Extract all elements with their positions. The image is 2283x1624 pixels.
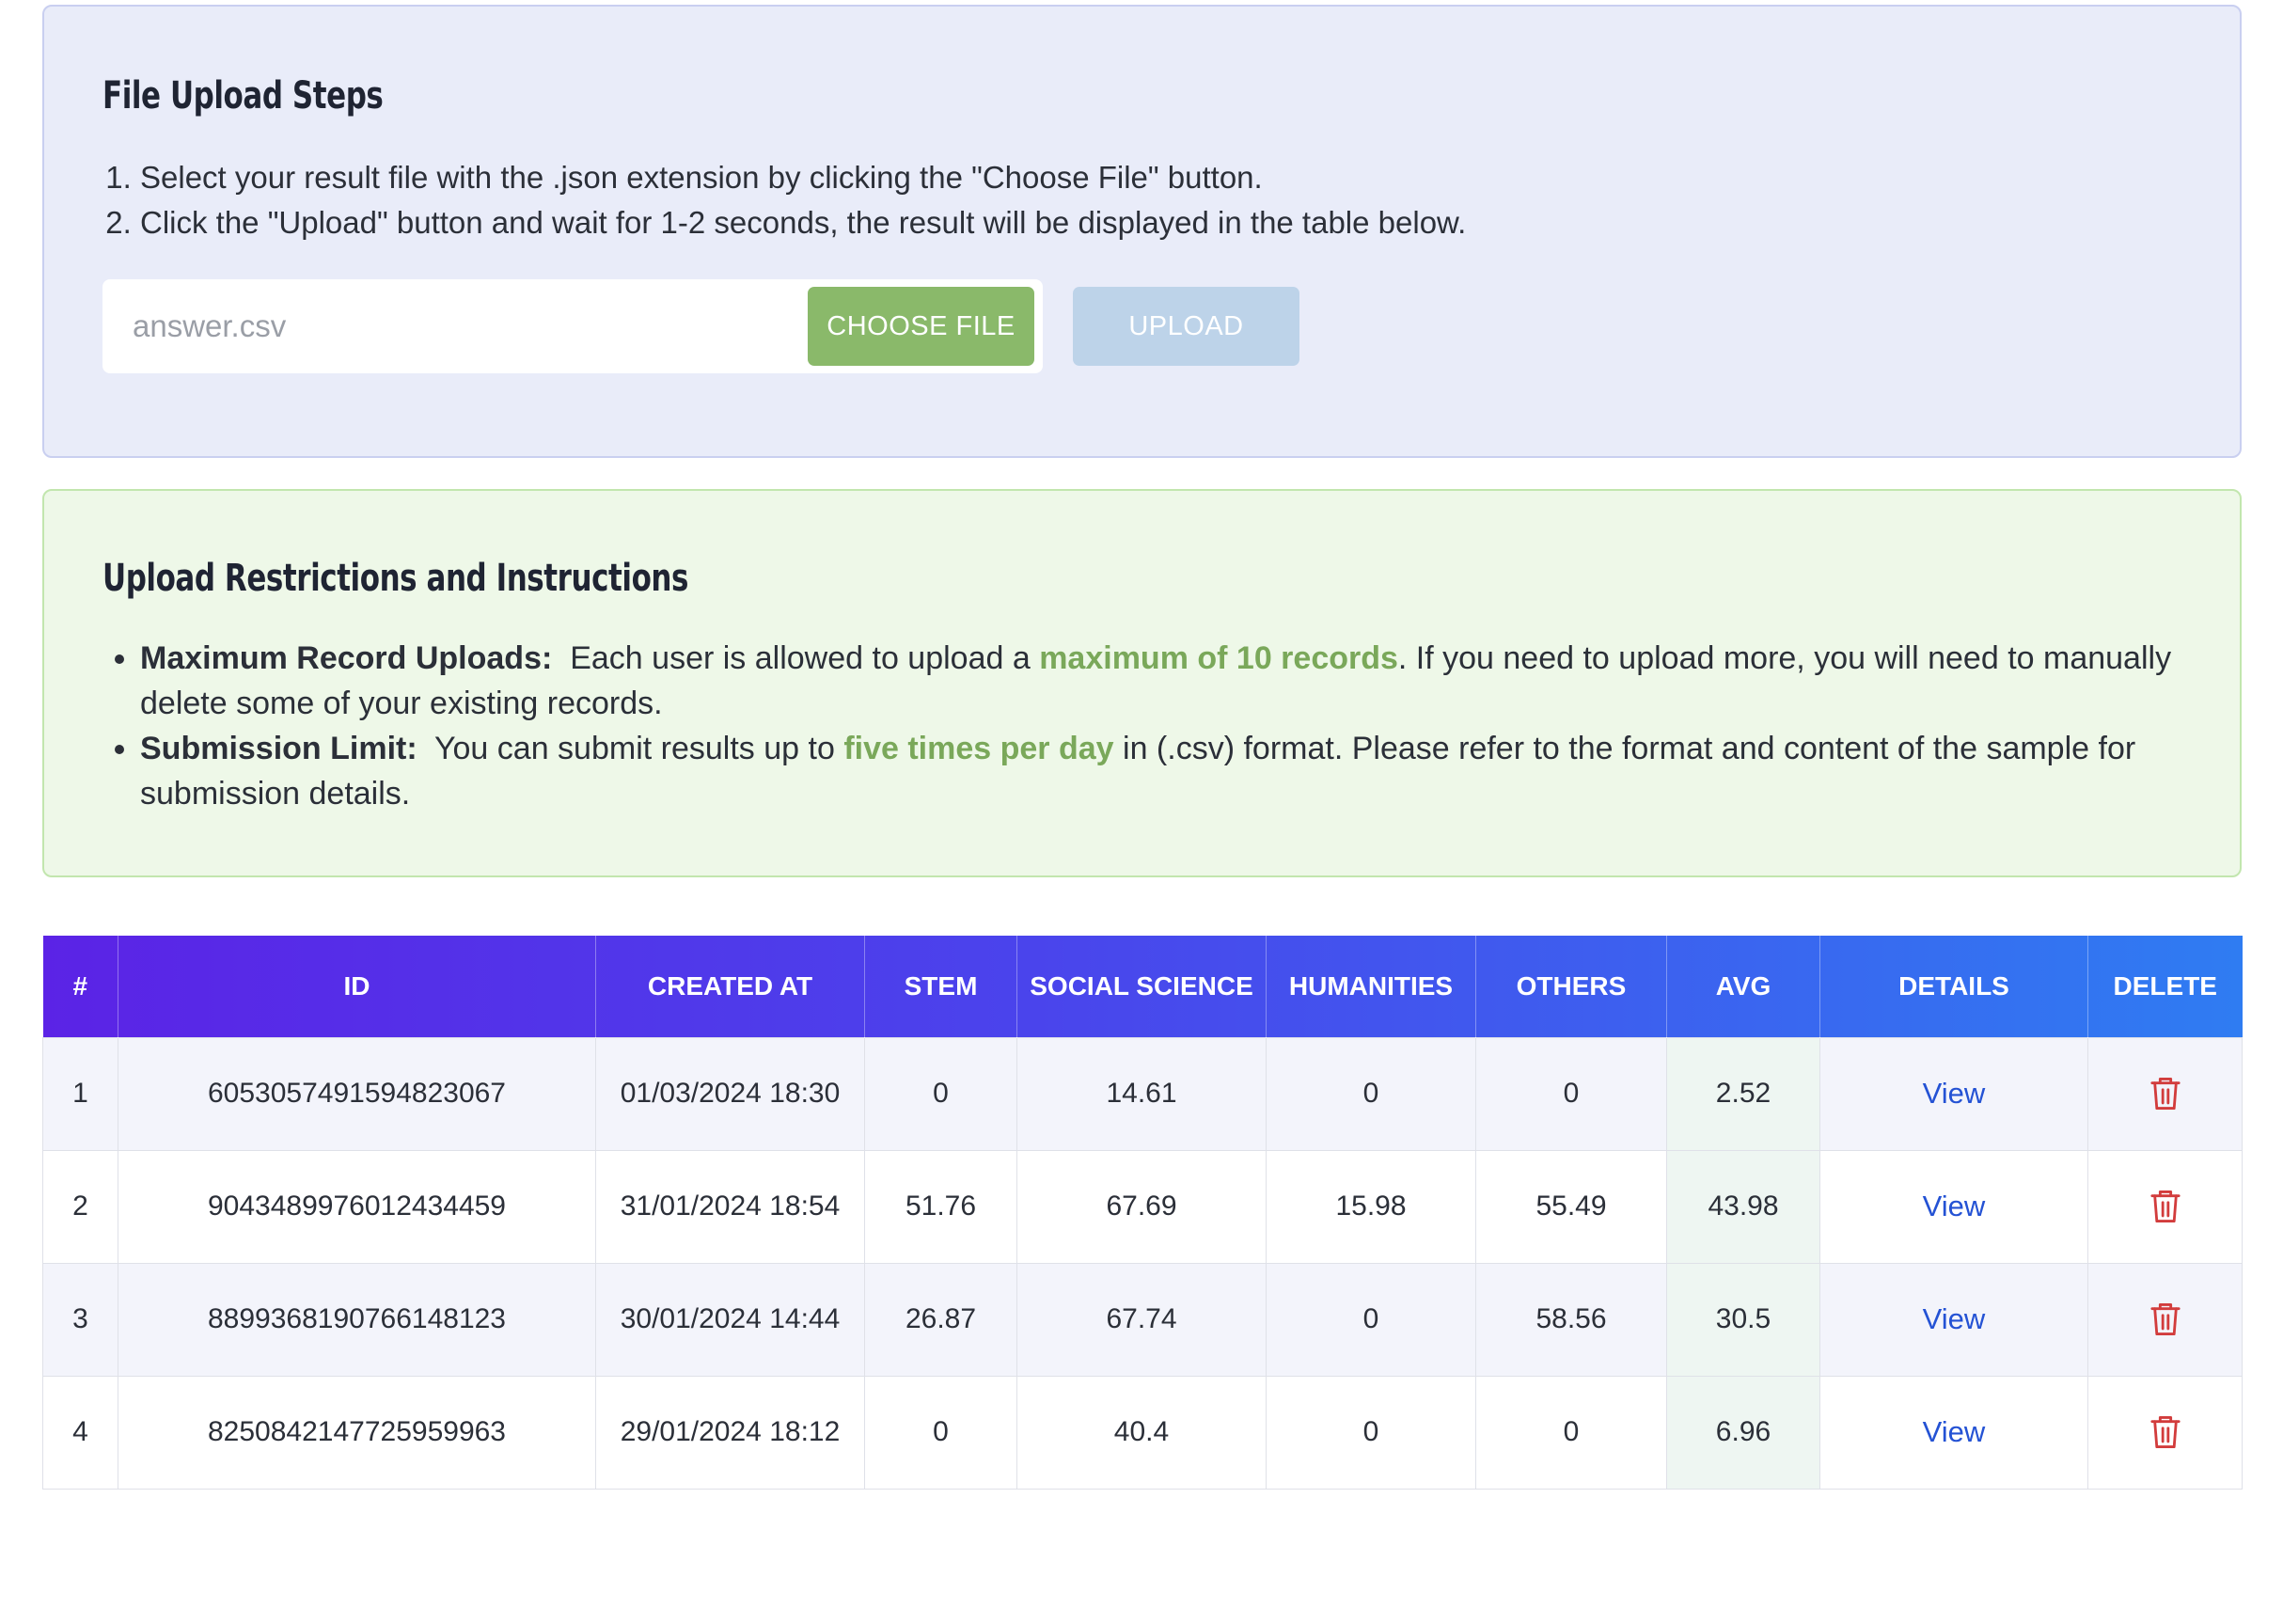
file-upload-steps-title: File Upload Steps (102, 74, 384, 118)
column-header-others: OTHERS (1475, 936, 1667, 1037)
row-created-at: 29/01/2024 18:12 (595, 1375, 865, 1490)
row-social-science: 67.69 (1016, 1149, 1267, 1264)
results-table-container: # ID CREATED AT STEM SOCIAL SCIENCE HUMA… (42, 936, 2243, 1490)
upload-restrictions-card: Upload Restrictions and Instructions Max… (42, 489, 2242, 877)
trash-icon[interactable] (2149, 1076, 2181, 1112)
row-social-science: 40.4 (1016, 1375, 1267, 1490)
row-stem: 0 (864, 1375, 1017, 1490)
row-number: 3 (42, 1262, 118, 1377)
row-id: 9043489976012434459 (118, 1149, 596, 1264)
row-humanities: 0 (1266, 1262, 1476, 1377)
results-table: # ID CREATED AT STEM SOCIAL SCIENCE HUMA… (42, 936, 2243, 1490)
rule-max-records-highlight: maximum of 10 records (1039, 640, 1398, 676)
restrictions-list: Maximum Record Uploads: Each user is all… (102, 636, 2181, 816)
table-row: 4 8250842147725959963 29/01/2024 18:12 0… (42, 1375, 2243, 1490)
row-number: 1 (42, 1036, 118, 1151)
column-header-stem: STEM (864, 936, 1017, 1037)
rule-submission-limit: Submission Limit: You can submit results… (140, 726, 2181, 816)
row-id: 8250842147725959963 (118, 1375, 596, 1490)
row-avg: 30.5 (1666, 1262, 1820, 1377)
table-row: 2 9043489976012434459 31/01/2024 18:54 5… (42, 1149, 2243, 1264)
row-created-at: 01/03/2024 18:30 (595, 1036, 865, 1151)
view-details-link[interactable]: View (1923, 1190, 1986, 1222)
row-number: 4 (42, 1375, 118, 1490)
row-details-cell: View (1819, 1036, 2088, 1151)
row-avg: 6.96 (1666, 1375, 1820, 1490)
upload-button[interactable]: UPLOAD (1073, 287, 1299, 366)
row-others: 0 (1475, 1036, 1667, 1151)
row-others: 0 (1475, 1375, 1667, 1490)
view-details-link[interactable]: View (1923, 1302, 1986, 1335)
trash-icon[interactable] (2149, 1189, 2181, 1224)
file-upload-steps-card: File Upload Steps Select your result fil… (42, 5, 2242, 458)
table-row: 1 6053057491594823067 01/03/2024 18:30 0… (42, 1036, 2243, 1151)
upload-restrictions-title: Upload Restrictions and Instructions (102, 557, 689, 600)
row-humanities: 0 (1266, 1036, 1476, 1151)
trash-icon[interactable] (2149, 1301, 2181, 1337)
row-social-science: 67.74 (1016, 1262, 1267, 1377)
row-others: 55.49 (1475, 1149, 1667, 1264)
upload-steps-list: Select your result file with the .json e… (102, 155, 2181, 245)
row-humanities: 0 (1266, 1375, 1476, 1490)
column-header-created-at: CREATED AT (595, 936, 865, 1037)
column-header-avg: AVG (1666, 936, 1820, 1037)
upload-step-2: Click the "Upload" button and wait for 1… (140, 200, 2181, 245)
row-delete-cell (2087, 1375, 2243, 1490)
row-avg: 2.52 (1666, 1036, 1820, 1151)
rule-max-records: Maximum Record Uploads: Each user is all… (140, 636, 2181, 726)
rule-submission-limit-highlight: five times per day (843, 731, 1114, 766)
row-humanities: 15.98 (1266, 1149, 1476, 1264)
row-stem: 51.76 (864, 1149, 1017, 1264)
file-input-row: answer.csv CHOOSE FILE UPLOAD (102, 279, 2181, 373)
row-delete-cell (2087, 1262, 2243, 1377)
row-created-at: 30/01/2024 14:44 (595, 1262, 865, 1377)
table-header-row: # ID CREATED AT STEM SOCIAL SCIENCE HUMA… (42, 936, 2243, 1037)
file-input[interactable]: answer.csv CHOOSE FILE (102, 279, 1043, 373)
row-details-cell: View (1819, 1149, 2088, 1264)
column-header-id: ID (118, 936, 596, 1037)
column-header-number: # (42, 936, 118, 1037)
column-header-social-science: SOCIAL SCIENCE (1016, 936, 1267, 1037)
table-row: 3 8899368190766148123 30/01/2024 14:44 2… (42, 1262, 2243, 1377)
row-number: 2 (42, 1149, 118, 1264)
row-others: 58.56 (1475, 1262, 1667, 1377)
rule-max-records-text: Each user is allowed to upload a (570, 640, 1031, 676)
row-id: 6053057491594823067 (118, 1036, 596, 1151)
row-social-science: 14.61 (1016, 1036, 1267, 1151)
choose-file-button[interactable]: CHOOSE FILE (808, 287, 1034, 366)
rule-submission-limit-label: Submission Limit: (140, 731, 417, 766)
view-details-link[interactable]: View (1923, 1077, 1986, 1110)
row-stem: 0 (864, 1036, 1017, 1151)
column-header-delete: DELETE (2113, 970, 2217, 1001)
row-details-cell: View (1819, 1262, 2088, 1377)
row-avg: 43.98 (1666, 1149, 1820, 1264)
selected-file-name: answer.csv (133, 308, 287, 343)
row-delete-cell (2087, 1149, 2243, 1264)
row-id: 8899368190766148123 (118, 1262, 596, 1377)
column-header-details: DETAILS (1819, 936, 2088, 1037)
row-created-at: 31/01/2024 18:54 (595, 1149, 865, 1264)
view-details-link[interactable]: View (1923, 1415, 1986, 1448)
rule-submission-limit-text: You can submit results up to (433, 731, 835, 766)
row-stem: 26.87 (864, 1262, 1017, 1377)
row-delete-cell (2087, 1036, 2243, 1151)
rule-max-records-label: Maximum Record Uploads: (140, 640, 553, 676)
column-header-humanities: HUMANITIES (1266, 936, 1476, 1037)
row-details-cell: View (1819, 1375, 2088, 1490)
upload-step-1: Select your result file with the .json e… (140, 155, 2181, 200)
trash-icon[interactable] (2149, 1414, 2181, 1450)
